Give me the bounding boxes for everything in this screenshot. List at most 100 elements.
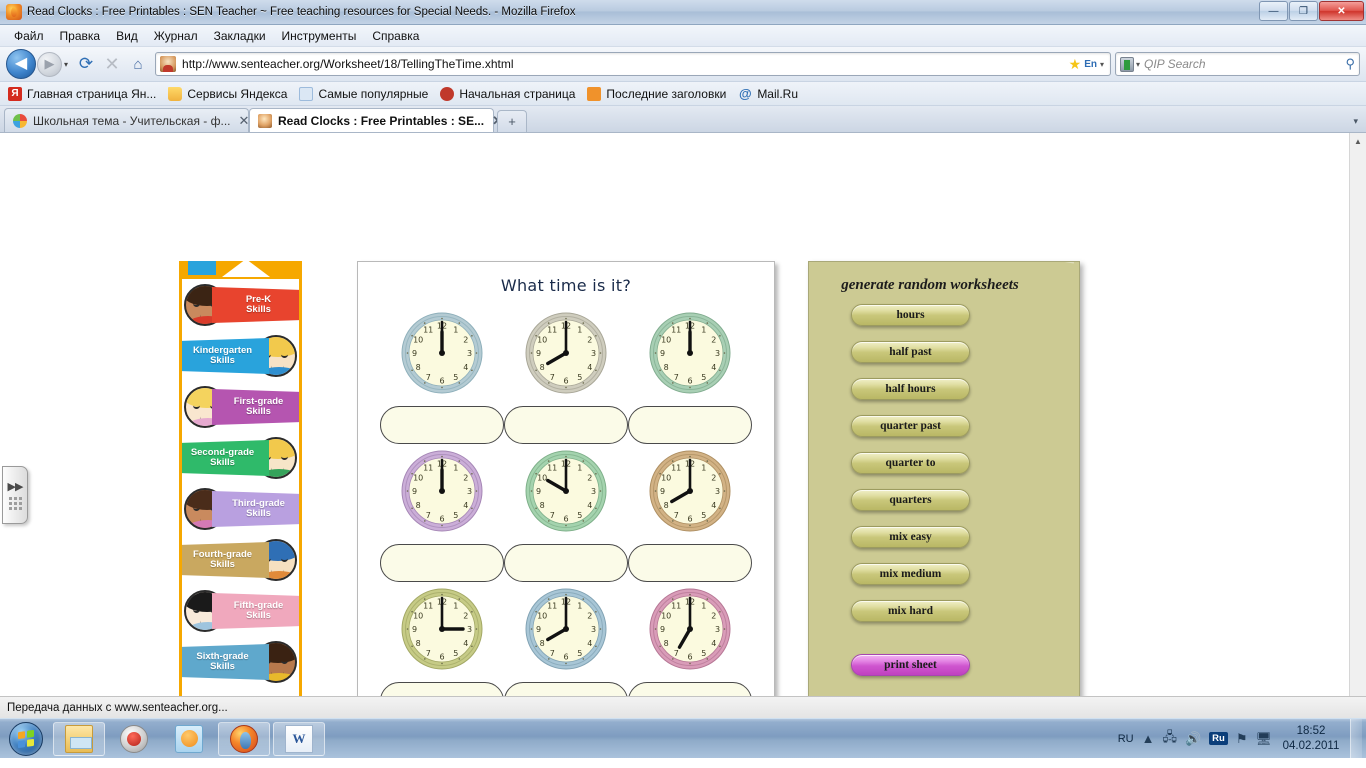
answer-box[interactable] (628, 406, 752, 444)
print-sheet-button[interactable]: print sheet (851, 654, 970, 676)
restore-button[interactable]: ❐ (1289, 1, 1318, 21)
answer-box[interactable] (628, 544, 752, 582)
search-engine-dropdown-icon[interactable]: ▾ (1136, 60, 1140, 69)
taskbar-item-nero[interactable] (108, 722, 160, 756)
stop-icon[interactable]: ✕ (99, 51, 125, 77)
svg-text:2: 2 (463, 335, 468, 344)
show-hidden-icons-icon[interactable]: ▲ (1142, 731, 1155, 746)
monitor-icon[interactable]: 🖥 (1255, 731, 1272, 747)
taskbar-item-media-player[interactable] (163, 722, 215, 756)
answer-box[interactable] (504, 406, 628, 444)
generate-button-mix-easy[interactable]: mix easy (851, 526, 970, 548)
answer-box[interactable] (380, 406, 504, 444)
svg-text:4: 4 (463, 501, 468, 510)
promo-banner[interactable]: Sixth-grade Skills (182, 636, 299, 687)
taskbar-item-explorer[interactable] (53, 721, 105, 756)
search-bar[interactable]: ▾ QIP Search ⚲ (1115, 52, 1360, 76)
svg-text:8: 8 (664, 363, 669, 372)
search-icon[interactable]: ⚲ (1345, 56, 1355, 72)
minimize-button[interactable]: — (1259, 1, 1288, 21)
taskbar-item-word[interactable]: W (273, 721, 325, 756)
input-language-badge[interactable]: Ru (1209, 732, 1228, 745)
chevron-down-icon[interactable]: ▾ (64, 60, 68, 69)
tab-read-clocks[interactable]: Read Clocks : Free Printables : SE... ✕ (249, 108, 503, 132)
svg-text:3: 3 (591, 625, 596, 634)
show-desktop-button[interactable] (1350, 718, 1362, 759)
network-icon[interactable]: 🖧 (1162, 728, 1177, 750)
tray-clock[interactable]: 18:52 04.02.2011 (1280, 724, 1342, 753)
bookmark-latest-headlines[interactable]: Последние заголовки (587, 86, 727, 101)
svg-text:10: 10 (661, 611, 671, 620)
svg-text:1: 1 (701, 463, 706, 472)
promo-banner[interactable]: Kindergarten Skills (182, 330, 299, 381)
answer-box[interactable] (504, 544, 628, 582)
action-center-flag-icon[interactable]: ⚑ (1236, 731, 1248, 747)
svg-text:7: 7 (674, 649, 679, 658)
menu-bookmarks[interactable]: Закладки (206, 27, 274, 45)
promo-banner[interactable]: First-grade Skills (182, 381, 299, 432)
menu-edit[interactable]: Правка (52, 27, 109, 45)
answer-box[interactable] (380, 544, 504, 582)
generate-button-mix-medium[interactable]: mix medium (851, 563, 970, 585)
bookmark-label: Последние заголовки (606, 86, 727, 101)
promo-banner[interactable]: Pre-K Skills (182, 279, 299, 330)
analog-clock-icon: 123456789101112 (522, 447, 610, 535)
promo-banner[interactable]: Third-grade Skills (182, 483, 299, 534)
menu-file[interactable]: Файл (6, 27, 52, 45)
scroll-up-icon[interactable]: ▲ (1350, 133, 1366, 150)
answer-box[interactable] (628, 682, 752, 696)
generate-button-quarter-past[interactable]: quarter past (851, 415, 970, 437)
tab-list-chevron-down-icon[interactable]: ▾ (1353, 116, 1358, 127)
svg-text:4: 4 (463, 639, 468, 648)
svg-text:4: 4 (711, 363, 716, 372)
forward-button[interactable]: ▶ (37, 51, 62, 77)
new-tab-button[interactable]: + (497, 110, 527, 132)
tab-favicon-icon (258, 113, 272, 128)
back-button[interactable]: ◀ (6, 49, 36, 79)
svg-text:9: 9 (412, 349, 417, 358)
generate-button-mix-hard[interactable]: mix hard (851, 600, 970, 622)
reload-icon[interactable]: ⟳ (73, 51, 99, 77)
bookmark-most-popular[interactable]: Самые популярные (299, 86, 428, 101)
sidebar-expand-handle[interactable]: ▶▶ (2, 466, 28, 524)
address-bar[interactable]: http://www.senteacher.org/Worksheet/18/T… (155, 52, 1111, 76)
promo-banner[interactable]: Fourth-grade Skills (182, 534, 299, 585)
generate-button-half-past[interactable]: half past (851, 341, 970, 363)
svg-text:1: 1 (701, 325, 706, 334)
menu-tools[interactable]: Инструменты (274, 27, 365, 45)
answer-box[interactable] (380, 682, 504, 696)
close-button[interactable]: ✕ (1319, 1, 1364, 21)
svg-text:2: 2 (463, 473, 468, 482)
taskbar-item-firefox[interactable] (218, 721, 270, 756)
promo-banner[interactable]: Second-grade Skills (182, 432, 299, 483)
bookmark-yandex-services[interactable]: Сервисы Яндекса (168, 86, 287, 101)
svg-text:11: 11 (671, 325, 681, 334)
tab-school-theme[interactable]: Школьная тема - Учительская - ф... ✕ (4, 108, 249, 132)
generate-button-quarter-to[interactable]: quarter to (851, 452, 970, 474)
bookmark-star-icon[interactable]: ★ (1069, 56, 1082, 73)
generate-button-hours[interactable]: hours (851, 304, 970, 326)
volume-icon[interactable]: 🔊 (1185, 731, 1201, 747)
address-dropdown-icon[interactable]: ▾ (1100, 60, 1104, 69)
qip-engine-icon[interactable] (1120, 56, 1134, 72)
bookmark-start-page[interactable]: Начальная страница (440, 86, 575, 101)
bookmark-mailru[interactable]: @ Mail.Ru (738, 86, 798, 101)
svg-text:9: 9 (660, 349, 665, 358)
svg-text:10: 10 (537, 611, 547, 620)
menu-help[interactable]: Справка (364, 27, 427, 45)
promo-banner[interactable]: Fifth-grade Skills (182, 585, 299, 636)
menu-view[interactable]: Вид (108, 27, 146, 45)
generate-button-quarters[interactable]: quarters (851, 489, 970, 511)
home-icon[interactable]: ⌂ (125, 51, 151, 77)
answer-box[interactable] (504, 682, 628, 696)
menu-history[interactable]: Журнал (146, 27, 206, 45)
globe-icon (299, 86, 314, 101)
generate-button-half-hours[interactable]: half hours (851, 378, 970, 400)
language-badge-icon[interactable]: En (1084, 59, 1097, 70)
clock-grid: 1234567891011121234567891011121234567891… (358, 295, 774, 696)
page-scrollbar[interactable]: ▲ (1349, 133, 1366, 696)
start-button[interactable] (2, 720, 50, 758)
bookmark-yandex-home[interactable]: Я Главная страница Ян... (8, 86, 156, 101)
close-icon[interactable]: ✕ (239, 113, 250, 129)
search-input[interactable]: QIP Search (1144, 57, 1206, 71)
